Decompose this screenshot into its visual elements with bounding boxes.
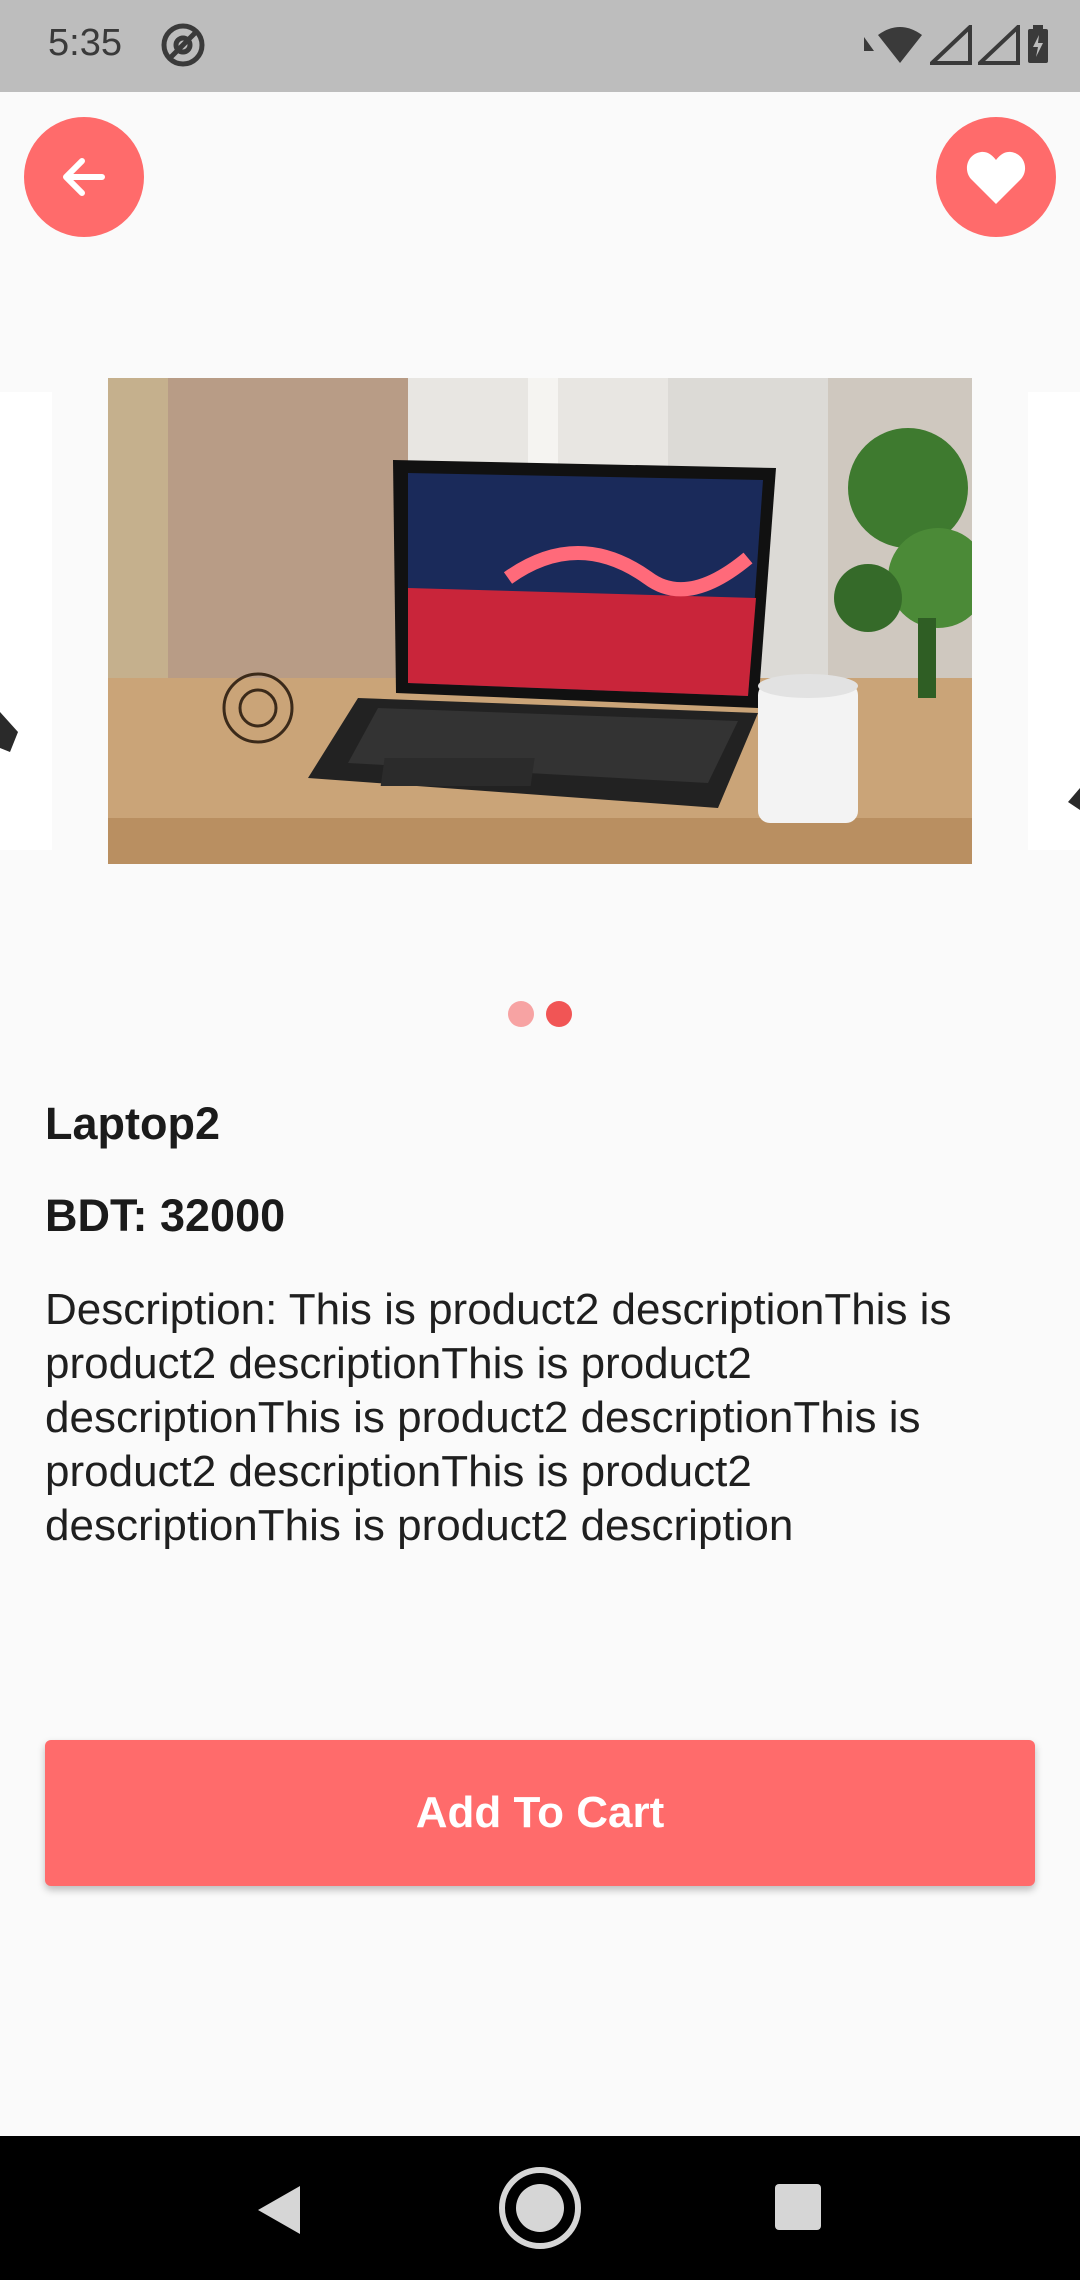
status-bar: 5:35 [0, 0, 1080, 92]
nav-recents-icon[interactable] [775, 2184, 821, 2230]
battery-icon [1028, 25, 1048, 63]
carousel-dot-active[interactable] [546, 1001, 572, 1027]
nav-back-icon[interactable] [252, 2182, 304, 2238]
add-to-cart-button[interactable]: Add To Cart [45, 1740, 1035, 1886]
carousel-indicator [0, 1001, 1080, 1027]
product-image-carousel[interactable] [0, 378, 1080, 864]
product-image [108, 378, 972, 864]
heart-icon [966, 151, 1026, 204]
at-sign-icon [161, 23, 205, 67]
wifi-icon [864, 27, 922, 63]
next-slide-image[interactable] [1028, 392, 1080, 850]
status-time: 5:35 [48, 22, 122, 64]
carousel-dot[interactable] [508, 1001, 534, 1027]
favorite-button[interactable] [936, 117, 1056, 237]
status-icons [860, 22, 1050, 68]
previous-slide-image[interactable] [0, 392, 52, 850]
signal-icon [978, 25, 1020, 65]
nav-home-icon[interactable] [496, 2164, 584, 2252]
product-description: Description: This is product2 descriptio… [45, 1285, 952, 1550]
signal-icon [930, 25, 972, 65]
system-navigation-bar [0, 2136, 1080, 2280]
back-button[interactable] [24, 117, 144, 237]
product-price: BDT: 32000 [45, 1190, 286, 1241]
product-title: Laptop2 [45, 1098, 220, 1149]
arrow-left-icon [63, 158, 105, 196]
